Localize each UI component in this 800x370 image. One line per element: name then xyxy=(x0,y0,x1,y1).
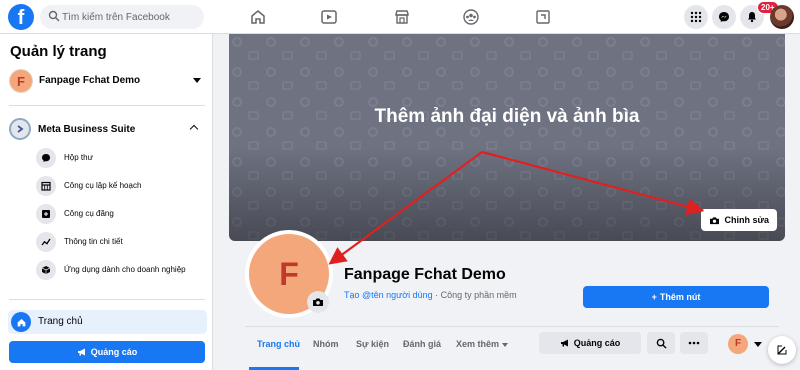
inbox-icon xyxy=(36,148,56,168)
update-profile-picture-button[interactable] xyxy=(307,291,329,313)
messenger-button[interactable] xyxy=(712,5,736,29)
page-title: Fanpage Fchat Demo xyxy=(344,266,506,283)
account-avatar[interactable] xyxy=(770,5,794,29)
menu-button[interactable] xyxy=(684,5,708,29)
search-box[interactable] xyxy=(40,5,204,29)
business-suite-label: Meta Business Suite xyxy=(38,124,136,135)
camera-icon xyxy=(313,298,323,306)
nav-tab-marketplace[interactable] xyxy=(372,3,432,31)
ads-button-label: Quảng cáo xyxy=(573,338,621,348)
edit-cover-button[interactable]: Chỉnh sửa xyxy=(701,209,777,231)
insights-icon xyxy=(36,232,56,252)
page-category: · Công ty phần mềm xyxy=(432,290,517,300)
business-suite-section[interactable]: Meta Business Suite xyxy=(9,118,205,142)
page-subtitle: Tạo @tên người dùng · Công ty phần mềm xyxy=(344,290,517,300)
caret-down-icon xyxy=(502,342,509,347)
nav-tab-home[interactable] xyxy=(228,3,288,31)
sidebar-title: Quản lý trang xyxy=(10,43,107,60)
bell-icon xyxy=(748,12,756,23)
megaphone-icon xyxy=(77,348,85,356)
nav-tab-groups[interactable] xyxy=(441,3,501,31)
sidebar-item-label: Công cụ lập kế hoạch xyxy=(64,181,142,190)
megaphone-icon xyxy=(560,339,568,347)
tab-reviews[interactable]: Đánh giá xyxy=(403,339,441,349)
search-icon xyxy=(48,10,60,22)
acting-as-avatar[interactable]: F xyxy=(728,334,748,354)
caret-down-icon[interactable] xyxy=(754,342,762,347)
business-suite-icon xyxy=(9,118,31,140)
tab-groups[interactable]: Nhóm xyxy=(313,339,339,349)
more-dots-icon xyxy=(688,341,700,345)
sidebar-item-insights[interactable]: Thông tin chi tiết xyxy=(36,231,204,253)
groups-icon xyxy=(463,9,479,25)
search-icon xyxy=(656,338,667,349)
gaming-icon xyxy=(536,10,550,24)
sidebar-item-business-apps[interactable]: Ứng dụng dành cho doanh nghiệp xyxy=(36,259,204,281)
create-username-link[interactable]: Tạo @tên người dùng xyxy=(344,290,433,300)
tab-more-label: Xem thêm xyxy=(456,339,500,349)
sidebar-item-label: Hộp thư xyxy=(64,153,93,162)
facebook-logo[interactable]: f xyxy=(8,4,34,30)
more-options-button[interactable] xyxy=(680,332,708,354)
menu-grid-icon xyxy=(690,11,702,23)
calendar-icon xyxy=(36,176,56,196)
divider xyxy=(9,299,205,300)
ads-button[interactable]: Quảng cáo xyxy=(539,332,641,354)
page-main: Thêm ảnh đại diện và ảnh bìa Chỉnh sửa F… xyxy=(213,34,800,370)
compose-icon xyxy=(777,345,787,355)
edit-cover-label: Chỉnh sửa xyxy=(724,215,769,225)
divider xyxy=(9,105,205,106)
sidebar-item-inbox[interactable]: Hộp thư xyxy=(36,147,204,169)
add-button[interactable]: + Thêm nút xyxy=(583,286,769,308)
sidebar-item-label: Thông tin chi tiết xyxy=(64,237,123,246)
sidebar-ads-button[interactable]: Quảng cáo xyxy=(9,341,205,363)
marketplace-icon xyxy=(395,10,409,24)
sidebar-item-planner[interactable]: Công cụ lập kế hoạch xyxy=(36,175,204,197)
nav-tab-gaming[interactable] xyxy=(513,3,573,31)
tab-more[interactable]: Xem thêm xyxy=(456,339,509,349)
page-selector-name: Fanpage Fchat Demo xyxy=(39,75,141,86)
cover-photo: Thêm ảnh đại diện và ảnh bìa Chỉnh sửa xyxy=(229,34,785,241)
camera-icon xyxy=(710,216,720,224)
video-icon xyxy=(321,10,337,24)
page-search-button[interactable] xyxy=(647,332,675,354)
page-selector[interactable]: F Fanpage Fchat Demo xyxy=(9,68,205,96)
page-avatar: F xyxy=(9,69,33,93)
manage-page-sidebar: Quản lý trang F Fanpage Fchat Demo Meta … xyxy=(0,34,213,370)
home-icon xyxy=(251,10,265,24)
home-icon xyxy=(11,312,31,332)
new-message-button[interactable] xyxy=(768,336,796,364)
add-button-label: Thêm nút xyxy=(659,292,701,302)
sidebar-item-label: Công cụ đăng xyxy=(64,209,114,218)
top-navigation-bar: f 20+ xyxy=(0,0,800,34)
cover-prompt-text: Thêm ảnh đại diện và ảnh bìa xyxy=(374,106,640,127)
chevron-up-icon[interactable] xyxy=(189,124,199,134)
sidebar-item-home[interactable]: Trang chủ xyxy=(8,310,207,334)
sidebar-item-label: Trang chủ xyxy=(38,316,83,327)
sidebar-item-label: Ứng dụng dành cho doanh nghiệp xyxy=(64,265,186,274)
search-input[interactable] xyxy=(62,5,200,29)
publishing-icon xyxy=(36,204,56,224)
caret-down-icon xyxy=(193,78,201,83)
sidebar-item-publishing[interactable]: Công cụ đăng xyxy=(36,203,204,225)
messenger-icon xyxy=(719,12,729,22)
plus-icon: + xyxy=(651,292,657,302)
tab-home[interactable]: Trang chủ xyxy=(257,339,300,349)
tab-events[interactable]: Sự kiện xyxy=(356,339,389,349)
sidebar-ads-label: Quảng cáo xyxy=(90,347,138,357)
nav-tab-video[interactable] xyxy=(299,3,359,31)
cube-icon xyxy=(36,260,56,280)
